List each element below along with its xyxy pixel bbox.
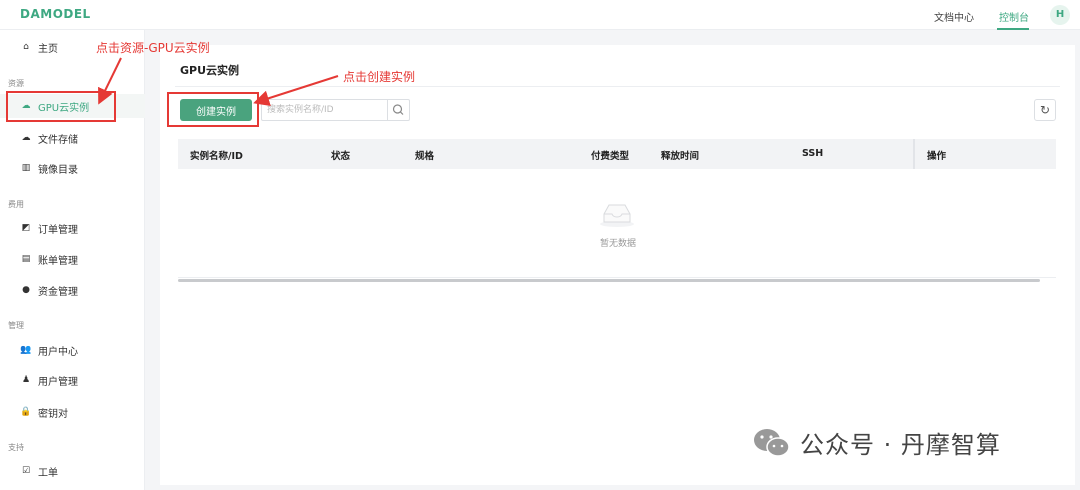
watermark-text: 公众号 · 丹摩智算: [800, 431, 1001, 459]
wechat-icon: [754, 428, 790, 457]
arrow-to-create-button: [253, 75, 339, 106]
arrow-to-gpu-instances: [98, 57, 122, 105]
annotation-arrows: [98, 57, 339, 106]
watermark: 公众号 · 丹摩智算: [752, 425, 1001, 460]
